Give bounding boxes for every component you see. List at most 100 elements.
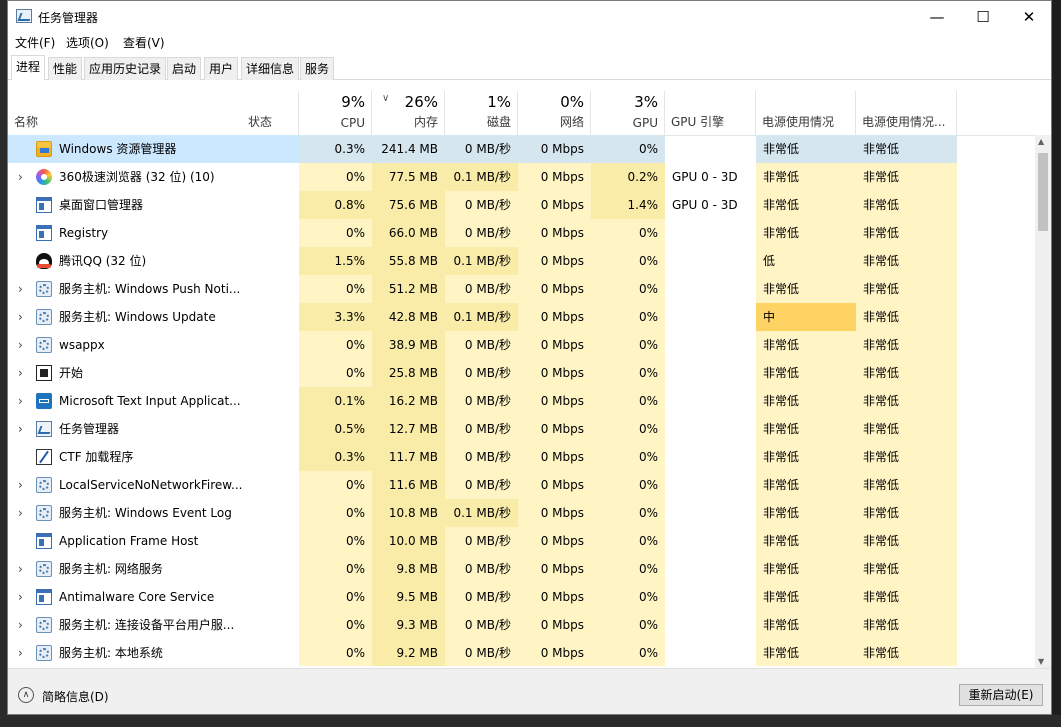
cpu-cell: 0.3%	[299, 135, 372, 163]
chevron-up-icon[interactable]: ∧	[18, 687, 34, 703]
expand-chevron-icon[interactable]: ›	[18, 359, 23, 387]
title-bar[interactable]: 任务管理器 — ☐ ✕	[8, 1, 1051, 32]
gpu-engine-cell	[665, 499, 756, 527]
maximize-button[interactable]: ☐	[960, 1, 1006, 32]
process-name: 服务主机: 连接设备平台用户服...	[59, 618, 235, 632]
scrollbar-thumb[interactable]	[1038, 153, 1048, 231]
expand-chevron-icon[interactable]: ›	[18, 163, 23, 191]
cpu-cell: 3.3%	[299, 303, 372, 331]
table-row[interactable]: › Microsoft Text Input Applicat... 0.1% 16.…	[8, 387, 1037, 415]
cpu-cell: 0%	[299, 583, 372, 611]
disk-cell: 0 MB/秒	[445, 611, 518, 639]
background-desktop-right	[1052, 0, 1061, 727]
network-cell: 0 Mbps	[518, 331, 591, 359]
table-row[interactable]: CTF 加载程序 0.3% 11.7 MB 0 MB/秒 0 Mbps 0% 非常低 非常低	[8, 443, 1037, 471]
background-desktop-bottom	[0, 715, 1061, 727]
table-row[interactable]: › 服务主机: 本地系统 0% 9.2 MB 0 MB/秒 0 Mbps 0% 非常低 非常低	[8, 639, 1037, 666]
memory-cell: 9.2 MB	[372, 639, 445, 666]
column-power-usage-trend[interactable]: 电源使用情况...	[856, 91, 957, 135]
tab-processes[interactable]: 进程	[11, 55, 46, 80]
table-row[interactable]: › wsappx 0% 38.9 MB 0 MB/秒 0 Mbps 0% 非常低 非常低	[8, 331, 1037, 359]
expand-chevron-icon[interactable]: ›	[18, 331, 23, 359]
scroll-down-icon[interactable]: ▼	[1038, 657, 1044, 666]
menu-options[interactable]: 选项(O)	[66, 34, 109, 51]
process-name: 腾讯QQ (32 位)	[59, 254, 147, 268]
tab-details[interactable]: 详细信息	[241, 57, 300, 80]
gpu-cell: 0%	[591, 331, 665, 359]
close-button[interactable]: ✕	[1006, 1, 1051, 32]
footer-bar: ∧ 简略信息(D) 重新启动(E)	[8, 668, 1051, 714]
expand-chevron-icon[interactable]: ›	[18, 471, 23, 499]
expand-chevron-icon[interactable]: ›	[18, 415, 23, 443]
table-row[interactable]: Windows 资源管理器 0.3% 241.4 MB 0 MB/秒 0 Mbps 0% 非…	[8, 135, 1037, 163]
menu-view[interactable]: 查看(V)	[123, 34, 165, 51]
expand-chevron-icon[interactable]: ›	[18, 499, 23, 527]
gear-icon	[36, 309, 52, 325]
column-cpu[interactable]: 9% CPU	[299, 91, 372, 135]
tab-services[interactable]: 服务	[300, 57, 335, 80]
column-gpu[interactable]: 3% GPU	[591, 91, 665, 135]
column-status[interactable]: 状态	[242, 91, 299, 135]
gpu-total: 3%	[634, 93, 658, 111]
network-cell: 0 Mbps	[518, 527, 591, 555]
table-row[interactable]: › LocalServiceNoNetworkFirew... 0% 11.6 MB 0…	[8, 471, 1037, 499]
gpu-cell: 0%	[591, 527, 665, 555]
column-power-usage[interactable]: 电源使用情况	[756, 91, 856, 135]
column-memory[interactable]: ∨ 26% 内存	[372, 91, 445, 135]
table-row[interactable]: › 服务主机: 连接设备平台用户服... 0% 9.3 MB 0 MB/秒 0 Mbps 0…	[8, 611, 1037, 639]
vertical-scrollbar[interactable]: ▲ ▼	[1035, 135, 1051, 668]
browser-360-icon	[36, 169, 52, 185]
disk-cell: 0.1 MB/秒	[445, 247, 518, 275]
power-usage-cell: 非常低	[756, 359, 856, 387]
table-row[interactable]: › 服务主机: 网络服务 0% 9.8 MB 0 MB/秒 0 Mbps 0% 非常低 非常低	[8, 555, 1037, 583]
column-disk[interactable]: 1% 磁盘	[445, 91, 518, 135]
expand-chevron-icon[interactable]: ›	[18, 583, 23, 611]
tab-users[interactable]: 用户	[204, 57, 239, 80]
expand-chevron-icon[interactable]: ›	[18, 611, 23, 639]
expand-chevron-icon[interactable]: ›	[18, 555, 23, 583]
cpu-cell: 0%	[299, 471, 372, 499]
restart-button[interactable]: 重新启动(E)	[959, 684, 1043, 706]
tab-performance[interactable]: 性能	[48, 57, 83, 80]
scroll-up-icon[interactable]: ▲	[1038, 137, 1044, 146]
tab-startup[interactable]: 启动	[167, 57, 202, 80]
process-name: 开始	[59, 366, 84, 380]
expand-chevron-icon[interactable]: ›	[18, 639, 23, 666]
network-cell: 0 Mbps	[518, 555, 591, 583]
table-row[interactable]: › 服务主机: Windows Push Noti... 0% 51.2 MB 0 MB…	[8, 275, 1037, 303]
table-row[interactable]: › 服务主机: Windows Update 3.3% 42.8 MB 0.1 MB/秒…	[8, 303, 1037, 331]
column-network[interactable]: 0% 网络	[518, 91, 591, 135]
table-row[interactable]: › 开始 0% 25.8 MB 0 MB/秒 0 Mbps 0% 非常低 非常低	[8, 359, 1037, 387]
network-cell: 0 Mbps	[518, 135, 591, 163]
process-name: 服务主机: 本地系统	[59, 646, 163, 660]
power-trend-cell: 非常低	[856, 387, 957, 415]
process-name: Windows 资源管理器	[59, 142, 177, 156]
cpu-cell: 0%	[299, 639, 372, 666]
fewer-details-link[interactable]: 简略信息(D)	[42, 688, 109, 705]
table-row[interactable]: Registry 0% 66.0 MB 0 MB/秒 0 Mbps 0% 非常低 非常低	[8, 219, 1037, 247]
expand-chevron-icon[interactable]: ›	[18, 275, 23, 303]
tab-app-history[interactable]: 应用历史记录	[84, 57, 167, 80]
table-row[interactable]: 桌面窗口管理器 0.8% 75.6 MB 0 MB/秒 0 Mbps 1.4% GPU 0 …	[8, 191, 1037, 219]
disk-cell: 0 MB/秒	[445, 135, 518, 163]
power-trend-cell: 非常低	[856, 499, 957, 527]
table-row[interactable]: Application Frame Host 0% 10.0 MB 0 MB/秒 0 M…	[8, 527, 1037, 555]
cpu-cell: 0%	[299, 527, 372, 555]
column-gpu-engine[interactable]: GPU 引擎	[665, 91, 756, 135]
table-row[interactable]: › 任务管理器 0.5% 12.7 MB 0 MB/秒 0 Mbps 0% 非常低 非常低	[8, 415, 1037, 443]
table-row[interactable]: 腾讯QQ (32 位) 1.5% 55.8 MB 0.1 MB/秒 0 Mbps 0% 低非…	[8, 247, 1037, 275]
table-row[interactable]: › 服务主机: Windows Event Log 0% 10.8 MB 0.1 MB/…	[8, 499, 1037, 527]
power-trend-cell: 非常低	[856, 611, 957, 639]
process-name: 服务主机: Windows Push Noti...	[59, 282, 241, 296]
gpu-engine-cell	[665, 471, 756, 499]
expand-chevron-icon[interactable]: ›	[18, 387, 23, 415]
minimize-button[interactable]: —	[914, 1, 960, 32]
menu-file[interactable]: 文件(F)	[15, 34, 55, 51]
power-usage-cell: 非常低	[756, 191, 856, 219]
power-trend-cell: 非常低	[856, 443, 957, 471]
table-row[interactable]: › Antimalware Core Service 0% 9.5 MB 0 MB/秒 0…	[8, 583, 1037, 611]
table-row[interactable]: › 360极速浏览器 (32 位) (10) 0% 77.5 MB 0.1 MB/秒 0 …	[8, 163, 1037, 191]
column-name[interactable]: 名称	[8, 91, 242, 135]
expand-chevron-icon[interactable]: ›	[18, 303, 23, 331]
menu-bar: 文件(F) 选项(O) 查看(V)	[8, 32, 1051, 52]
